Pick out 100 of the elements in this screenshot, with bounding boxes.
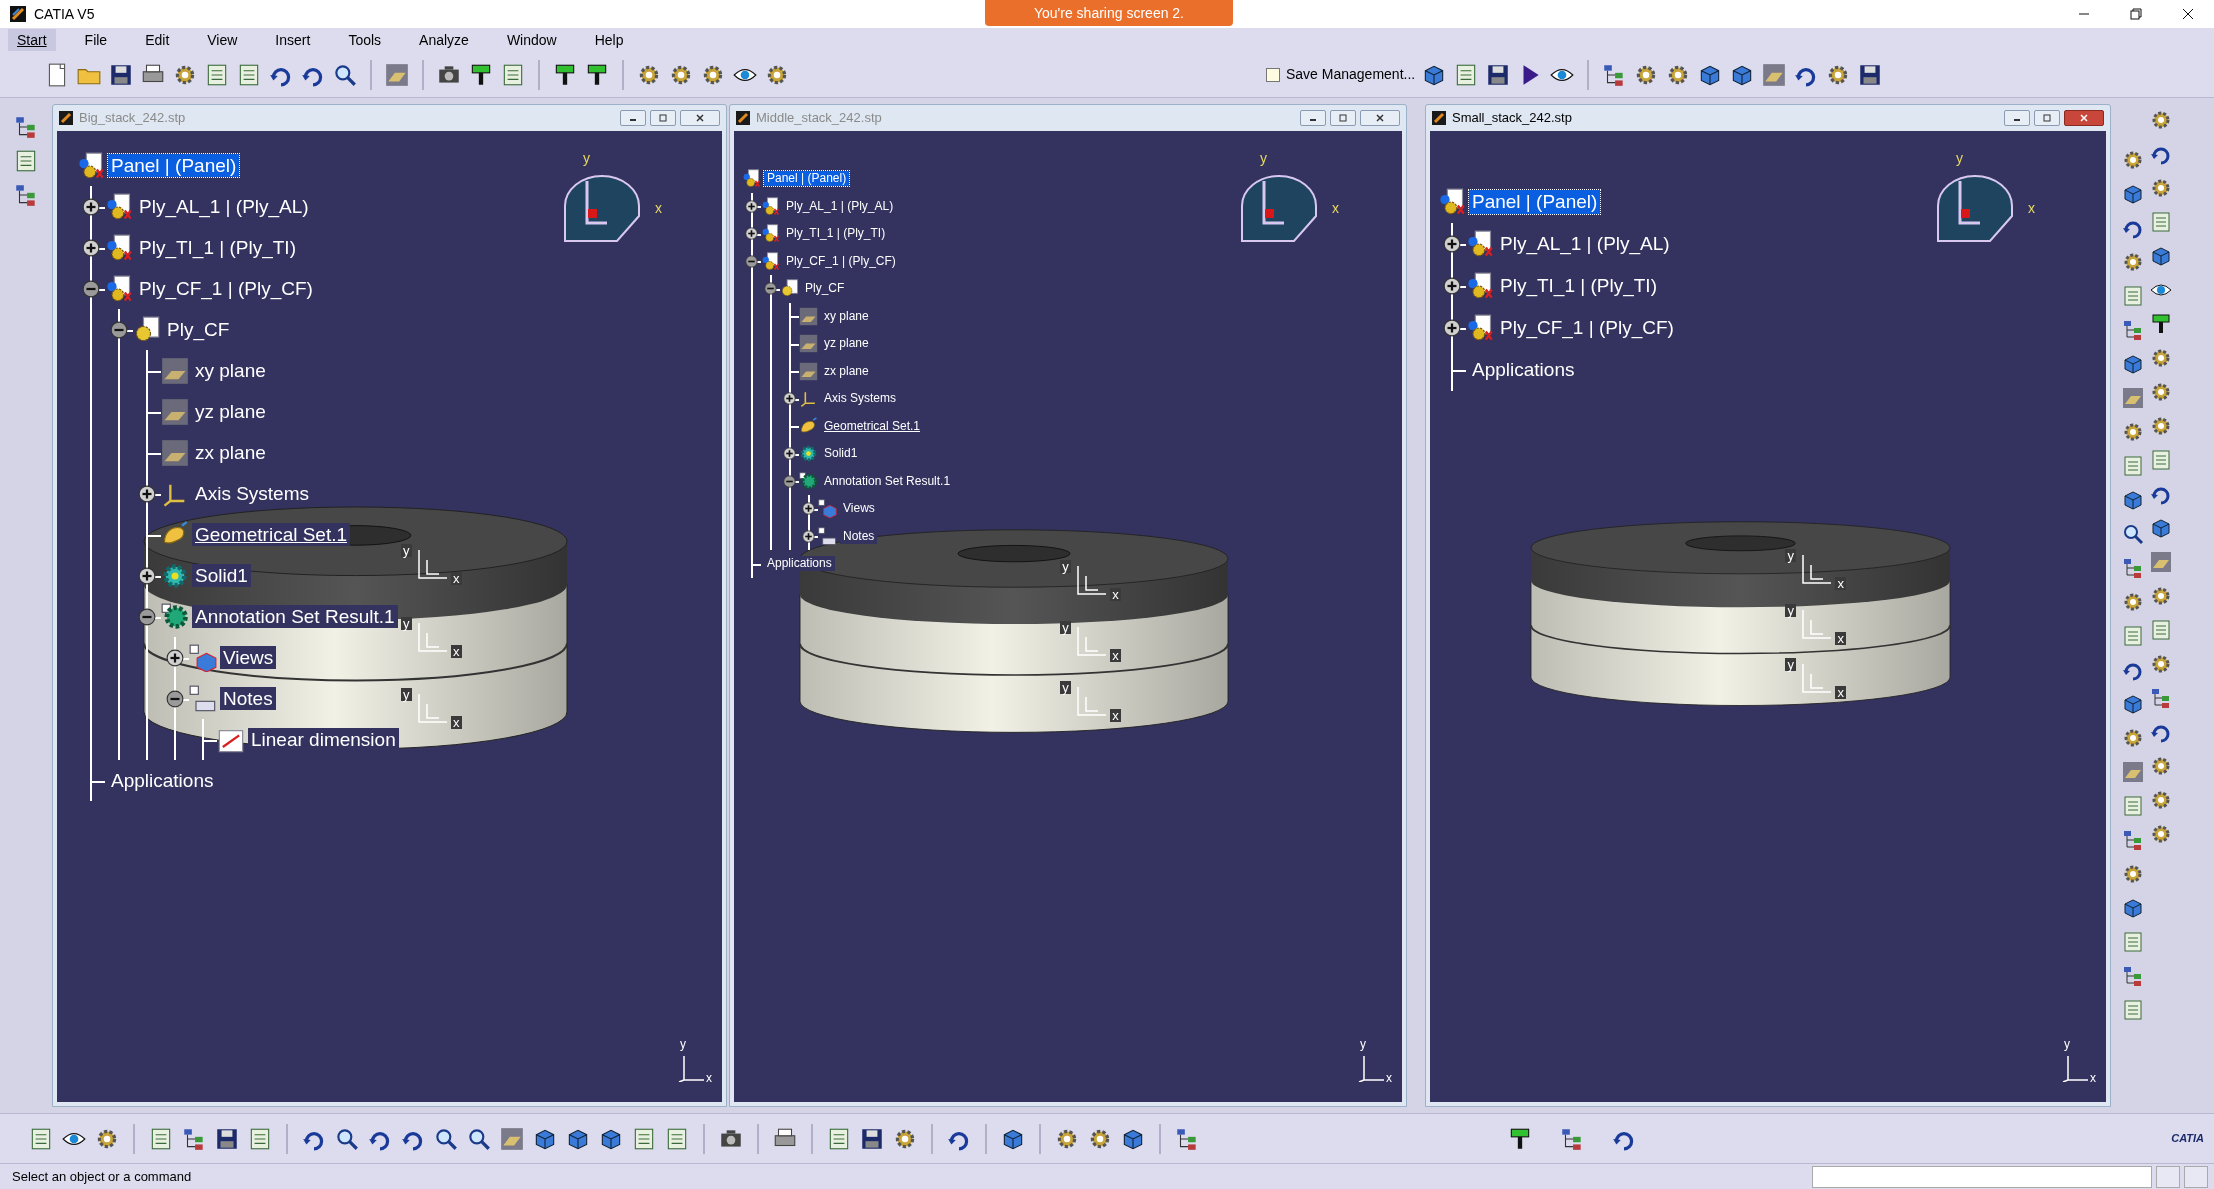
expand-toggle[interactable] <box>166 689 184 708</box>
expand-toggle[interactable] <box>764 282 777 296</box>
axis-label: x <box>1835 686 1846 700</box>
plane-icon[interactable] <box>1761 61 1788 88</box>
document-gear-icon <box>1466 230 1494 258</box>
expand-toggle[interactable] <box>802 502 815 516</box>
expand-toggle[interactable] <box>110 320 128 339</box>
tree-item[interactable]: Geometrical Set.1 <box>192 522 351 547</box>
window-title: Big_stack_242.stp <box>79 109 186 128</box>
axis-label: x <box>1386 1072 1392 1084</box>
expand-toggle[interactable] <box>1443 235 1461 253</box>
expand-toggle[interactable] <box>82 238 100 257</box>
expand-toggle[interactable] <box>783 474 796 488</box>
axis-label: y <box>1060 621 1071 635</box>
document-gear-icon <box>1466 272 1494 300</box>
tree-item[interactable]: Notes <box>220 686 276 711</box>
tree-item[interactable]: yz plane <box>821 336 872 352</box>
search-icon[interactable] <box>2121 522 2145 546</box>
expand-toggle[interactable] <box>745 227 758 241</box>
close-button[interactable] <box>2064 110 2104 126</box>
minimize-button[interactable] <box>620 110 646 126</box>
tree-item[interactable]: Geometrical Set.1 <box>821 418 924 434</box>
close-button[interactable] <box>1360 110 1400 126</box>
menu-item[interactable]: Insert <box>266 29 320 51</box>
menu-item[interactable]: Window <box>497 29 566 51</box>
tree-item[interactable]: xy plane <box>821 308 872 324</box>
gear-icon <box>161 602 189 631</box>
expand-toggle[interactable] <box>802 529 815 543</box>
axis-label: y <box>401 688 412 702</box>
plane-icon[interactable] <box>384 61 410 88</box>
expand-toggle[interactable] <box>745 254 758 268</box>
expand-toggle[interactable] <box>138 484 156 503</box>
plane-icon[interactable] <box>499 1125 525 1152</box>
expand-toggle[interactable] <box>745 199 758 213</box>
axis-label: x <box>1835 632 1846 646</box>
tree-item[interactable]: Panel | (Panel) <box>108 153 240 178</box>
compass-axis-label: y <box>1956 151 1963 165</box>
tree-item[interactable]: Panel | (Panel) <box>764 171 850 187</box>
axis-label: x <box>1110 649 1121 663</box>
plane-icon <box>799 334 818 354</box>
axis-label: y <box>1360 1038 1366 1050</box>
plane-icon <box>161 397 189 426</box>
tree-item[interactable]: Linear dimension <box>248 727 399 752</box>
axis-label: y <box>2064 1038 2070 1050</box>
compass-axis-label: y <box>1260 151 1267 165</box>
axis-label: x <box>451 716 462 730</box>
axis-label: x <box>451 645 462 659</box>
marker-icon[interactable] <box>2149 312 2173 336</box>
document-gear-icon <box>105 192 133 221</box>
minimize-button[interactable] <box>1300 110 1326 126</box>
document-gear-icon <box>742 169 761 189</box>
axis-label: x <box>451 571 462 585</box>
tree-item[interactable]: Annotation Set Result.1 <box>192 604 398 629</box>
expand-toggle[interactable] <box>783 447 796 461</box>
tree-item[interactable]: Notes <box>840 528 878 544</box>
compass-axis-label: x <box>2028 201 2035 215</box>
menu-item[interactable]: Edit <box>136 29 179 51</box>
close-button[interactable] <box>680 110 720 126</box>
tree-item[interactable]: Solid1 <box>192 563 251 588</box>
plane-icon <box>161 438 189 467</box>
document-icon <box>1432 111 1446 125</box>
expand-toggle[interactable] <box>138 566 156 585</box>
expand-toggle[interactable] <box>82 197 100 216</box>
menu-item[interactable]: File <box>75 29 117 51</box>
save-management-label[interactable]: Save Management... <box>1286 64 1416 85</box>
power-input-button[interactable] <box>2184 1165 2208 1188</box>
axis-label: y <box>1785 658 1796 672</box>
note-icon <box>818 526 837 546</box>
cube-icon <box>189 643 217 672</box>
tree-item[interactable]: Views <box>220 645 277 670</box>
expand-toggle[interactable] <box>1443 277 1461 295</box>
tree-item[interactable]: Panel | (Panel) <box>1469 190 1601 214</box>
menu-item[interactable]: Analyze <box>410 29 478 51</box>
3d-viewport[interactable]: y x y x y x y x y x Panel | (Panel) Ply_AL_1 | (Ply_AL) Ply_TI_1 | (Ply_TI) Ply_CF_1 | (Ply_CF) Applications <box>1430 131 2106 1102</box>
tree-item[interactable]: Axis Systems <box>821 391 899 407</box>
tree-item[interactable]: zx plane <box>821 363 872 379</box>
expand-toggle[interactable] <box>783 392 796 406</box>
command-input-field[interactable] <box>1812 1165 2152 1188</box>
document-gear-icon <box>780 279 799 299</box>
document-gear-icon <box>1438 188 1466 216</box>
compass-axis-label: y <box>583 151 590 165</box>
document-icon <box>59 111 73 125</box>
save-management-checkbox[interactable] <box>1266 67 1280 82</box>
axis-label: x <box>1110 587 1121 601</box>
expand-toggle[interactable] <box>1443 319 1461 337</box>
tree-item[interactable]: Applications <box>764 556 835 572</box>
menu-item[interactable]: Help <box>585 29 633 51</box>
expand-toggle[interactable] <box>82 279 100 298</box>
axis-label: x <box>2090 1072 2096 1084</box>
menu-item[interactable]: Tools <box>339 29 391 51</box>
axis-triad <box>1799 552 1834 587</box>
expand-toggle[interactable] <box>138 607 156 626</box>
axis-icon <box>799 389 818 409</box>
minimize-button[interactable] <box>2004 110 2030 126</box>
menu-item[interactable]: Start <box>8 29 56 51</box>
axis-triad <box>1074 563 1109 598</box>
menu-item[interactable]: View <box>198 29 247 51</box>
expand-toggle[interactable] <box>166 648 184 667</box>
document-gear-icon <box>761 224 780 244</box>
document-gear-icon <box>761 196 780 216</box>
